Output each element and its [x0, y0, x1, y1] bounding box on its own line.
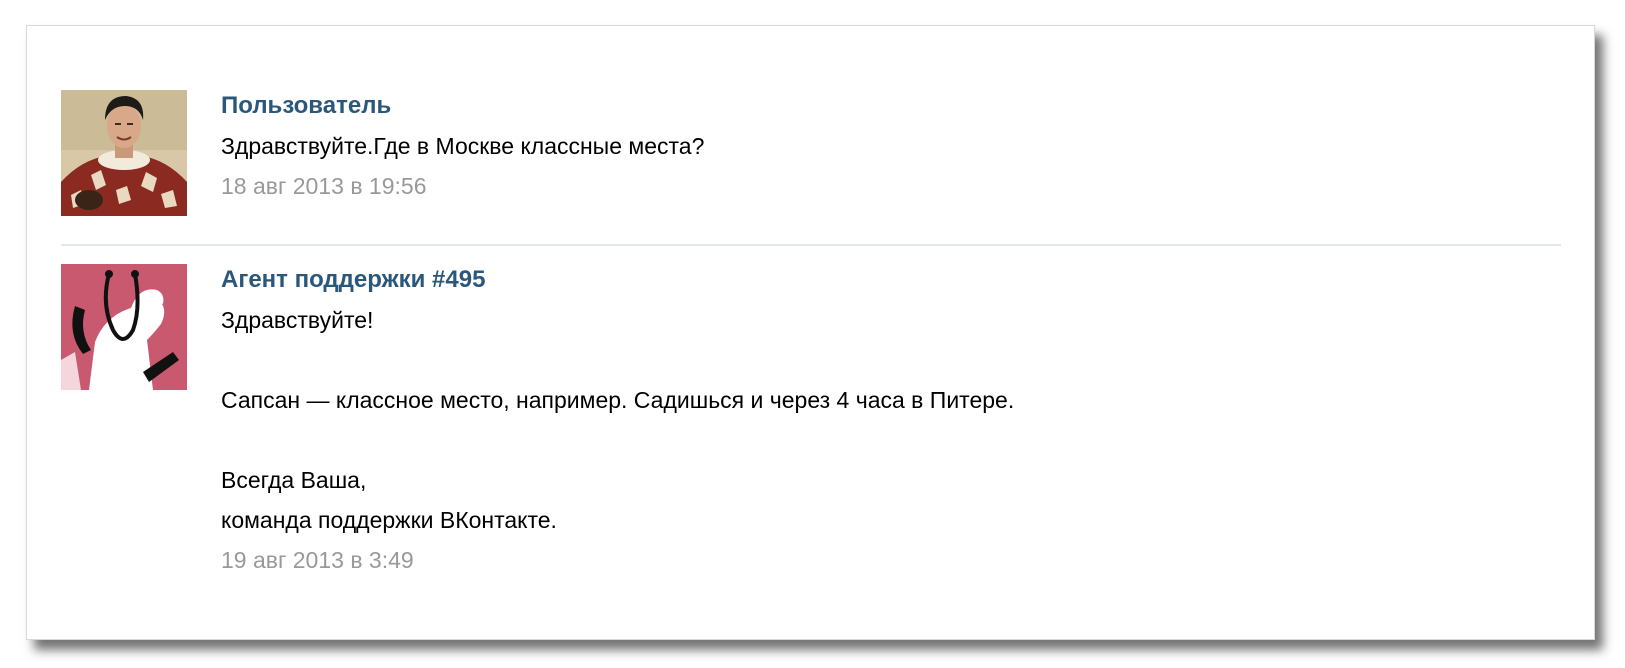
- message-content: Агент поддержки #495 Здравствуйте! Сапса…: [221, 264, 1534, 574]
- message-text: Здравствуйте.Где в Москве классные места…: [221, 133, 705, 159]
- conversation-card: Пользователь Здравствуйте.Где в Москве к…: [26, 25, 1595, 640]
- message-content: Пользователь Здравствуйте.Где в Москве к…: [221, 90, 1534, 200]
- user-avatar[interactable]: [61, 90, 187, 216]
- author-link[interactable]: Агент поддержки #495: [221, 266, 1534, 294]
- message-date[interactable]: 19 авг 2013 в 3:49: [221, 546, 1534, 574]
- message-divider: [61, 244, 1561, 246]
- author-link[interactable]: Пользователь: [221, 92, 1534, 120]
- agent-avatar[interactable]: [61, 264, 187, 390]
- user-photo-icon: [61, 90, 187, 216]
- message-text: Здравствуйте! Сапсан — классное место, н…: [221, 307, 1015, 533]
- message-date[interactable]: 18 авг 2013 в 19:56: [221, 172, 1534, 200]
- support-agent-icon: [61, 264, 187, 390]
